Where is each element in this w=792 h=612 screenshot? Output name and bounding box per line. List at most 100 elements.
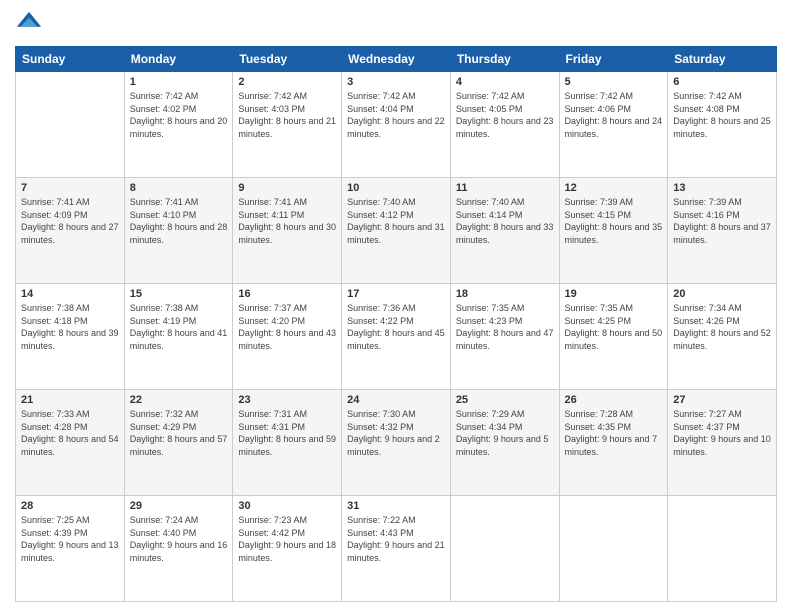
day-info: Sunrise: 7:32 AMSunset: 4:29 PMDaylight:…	[130, 408, 228, 458]
day-info: Sunrise: 7:29 AMSunset: 4:34 PMDaylight:…	[456, 408, 554, 458]
day-number: 23	[238, 394, 336, 406]
day-cell: 23 Sunrise: 7:31 AMSunset: 4:31 PMDaylig…	[233, 390, 342, 496]
week-row-5: 28 Sunrise: 7:25 AMSunset: 4:39 PMDaylig…	[16, 496, 777, 602]
day-number: 30	[238, 500, 336, 512]
day-number: 12	[565, 182, 663, 194]
day-number: 27	[673, 394, 771, 406]
day-number: 3	[347, 76, 445, 88]
day-info: Sunrise: 7:42 AMSunset: 4:04 PMDaylight:…	[347, 90, 445, 140]
day-info: Sunrise: 7:40 AMSunset: 4:12 PMDaylight:…	[347, 196, 445, 246]
day-info: Sunrise: 7:33 AMSunset: 4:28 PMDaylight:…	[21, 408, 119, 458]
day-info: Sunrise: 7:34 AMSunset: 4:26 PMDaylight:…	[673, 302, 771, 352]
calendar-table: Sunday Monday Tuesday Wednesday Thursday…	[15, 46, 777, 602]
day-cell: 9 Sunrise: 7:41 AMSunset: 4:11 PMDayligh…	[233, 178, 342, 284]
day-info: Sunrise: 7:38 AMSunset: 4:19 PMDaylight:…	[130, 302, 228, 352]
day-number: 8	[130, 182, 228, 194]
day-cell: 22 Sunrise: 7:32 AMSunset: 4:29 PMDaylig…	[124, 390, 233, 496]
day-info: Sunrise: 7:39 AMSunset: 4:16 PMDaylight:…	[673, 196, 771, 246]
day-number: 16	[238, 288, 336, 300]
day-cell: 18 Sunrise: 7:35 AMSunset: 4:23 PMDaylig…	[450, 284, 559, 390]
day-cell: 19 Sunrise: 7:35 AMSunset: 4:25 PMDaylig…	[559, 284, 668, 390]
day-number: 5	[565, 76, 663, 88]
day-info: Sunrise: 7:40 AMSunset: 4:14 PMDaylight:…	[456, 196, 554, 246]
day-cell	[16, 72, 125, 178]
day-number: 28	[21, 500, 119, 512]
day-number: 22	[130, 394, 228, 406]
col-thursday: Thursday	[450, 47, 559, 72]
day-cell	[450, 496, 559, 602]
day-info: Sunrise: 7:37 AMSunset: 4:20 PMDaylight:…	[238, 302, 336, 352]
col-saturday: Saturday	[668, 47, 777, 72]
day-cell: 12 Sunrise: 7:39 AMSunset: 4:15 PMDaylig…	[559, 178, 668, 284]
day-number: 6	[673, 76, 771, 88]
col-friday: Friday	[559, 47, 668, 72]
day-number: 18	[456, 288, 554, 300]
day-info: Sunrise: 7:30 AMSunset: 4:32 PMDaylight:…	[347, 408, 445, 458]
day-info: Sunrise: 7:42 AMSunset: 4:05 PMDaylight:…	[456, 90, 554, 140]
day-cell: 31 Sunrise: 7:22 AMSunset: 4:43 PMDaylig…	[342, 496, 451, 602]
day-info: Sunrise: 7:36 AMSunset: 4:22 PMDaylight:…	[347, 302, 445, 352]
day-number: 2	[238, 76, 336, 88]
day-number: 1	[130, 76, 228, 88]
day-number: 31	[347, 500, 445, 512]
logo	[15, 10, 47, 38]
day-info: Sunrise: 7:24 AMSunset: 4:40 PMDaylight:…	[130, 514, 228, 564]
day-info: Sunrise: 7:22 AMSunset: 4:43 PMDaylight:…	[347, 514, 445, 564]
col-sunday: Sunday	[16, 47, 125, 72]
day-info: Sunrise: 7:41 AMSunset: 4:10 PMDaylight:…	[130, 196, 228, 246]
day-cell: 10 Sunrise: 7:40 AMSunset: 4:12 PMDaylig…	[342, 178, 451, 284]
calendar-container: Sunday Monday Tuesday Wednesday Thursday…	[0, 0, 792, 612]
day-cell: 16 Sunrise: 7:37 AMSunset: 4:20 PMDaylig…	[233, 284, 342, 390]
day-cell	[559, 496, 668, 602]
day-cell: 2 Sunrise: 7:42 AMSunset: 4:03 PMDayligh…	[233, 72, 342, 178]
day-cell: 27 Sunrise: 7:27 AMSunset: 4:37 PMDaylig…	[668, 390, 777, 496]
day-info: Sunrise: 7:42 AMSunset: 4:02 PMDaylight:…	[130, 90, 228, 140]
day-cell: 5 Sunrise: 7:42 AMSunset: 4:06 PMDayligh…	[559, 72, 668, 178]
day-number: 25	[456, 394, 554, 406]
day-info: Sunrise: 7:28 AMSunset: 4:35 PMDaylight:…	[565, 408, 663, 458]
day-cell: 17 Sunrise: 7:36 AMSunset: 4:22 PMDaylig…	[342, 284, 451, 390]
day-cell: 1 Sunrise: 7:42 AMSunset: 4:02 PMDayligh…	[124, 72, 233, 178]
day-cell	[668, 496, 777, 602]
day-number: 17	[347, 288, 445, 300]
day-info: Sunrise: 7:42 AMSunset: 4:06 PMDaylight:…	[565, 90, 663, 140]
day-info: Sunrise: 7:42 AMSunset: 4:03 PMDaylight:…	[238, 90, 336, 140]
day-cell: 3 Sunrise: 7:42 AMSunset: 4:04 PMDayligh…	[342, 72, 451, 178]
day-cell: 6 Sunrise: 7:42 AMSunset: 4:08 PMDayligh…	[668, 72, 777, 178]
week-row-3: 14 Sunrise: 7:38 AMSunset: 4:18 PMDaylig…	[16, 284, 777, 390]
col-monday: Monday	[124, 47, 233, 72]
day-number: 7	[21, 182, 119, 194]
day-number: 26	[565, 394, 663, 406]
day-info: Sunrise: 7:41 AMSunset: 4:09 PMDaylight:…	[21, 196, 119, 246]
header	[15, 10, 777, 38]
day-info: Sunrise: 7:27 AMSunset: 4:37 PMDaylight:…	[673, 408, 771, 458]
week-row-4: 21 Sunrise: 7:33 AMSunset: 4:28 PMDaylig…	[16, 390, 777, 496]
week-row-1: 1 Sunrise: 7:42 AMSunset: 4:02 PMDayligh…	[16, 72, 777, 178]
day-cell: 24 Sunrise: 7:30 AMSunset: 4:32 PMDaylig…	[342, 390, 451, 496]
day-info: Sunrise: 7:39 AMSunset: 4:15 PMDaylight:…	[565, 196, 663, 246]
day-cell: 30 Sunrise: 7:23 AMSunset: 4:42 PMDaylig…	[233, 496, 342, 602]
day-info: Sunrise: 7:42 AMSunset: 4:08 PMDaylight:…	[673, 90, 771, 140]
day-cell: 14 Sunrise: 7:38 AMSunset: 4:18 PMDaylig…	[16, 284, 125, 390]
day-info: Sunrise: 7:38 AMSunset: 4:18 PMDaylight:…	[21, 302, 119, 352]
day-cell: 25 Sunrise: 7:29 AMSunset: 4:34 PMDaylig…	[450, 390, 559, 496]
col-tuesday: Tuesday	[233, 47, 342, 72]
day-number: 20	[673, 288, 771, 300]
day-number: 10	[347, 182, 445, 194]
day-cell: 28 Sunrise: 7:25 AMSunset: 4:39 PMDaylig…	[16, 496, 125, 602]
day-cell: 8 Sunrise: 7:41 AMSunset: 4:10 PMDayligh…	[124, 178, 233, 284]
day-number: 24	[347, 394, 445, 406]
day-number: 13	[673, 182, 771, 194]
day-info: Sunrise: 7:35 AMSunset: 4:23 PMDaylight:…	[456, 302, 554, 352]
day-number: 14	[21, 288, 119, 300]
day-info: Sunrise: 7:31 AMSunset: 4:31 PMDaylight:…	[238, 408, 336, 458]
day-number: 29	[130, 500, 228, 512]
day-info: Sunrise: 7:35 AMSunset: 4:25 PMDaylight:…	[565, 302, 663, 352]
day-cell: 26 Sunrise: 7:28 AMSunset: 4:35 PMDaylig…	[559, 390, 668, 496]
day-number: 15	[130, 288, 228, 300]
week-row-2: 7 Sunrise: 7:41 AMSunset: 4:09 PMDayligh…	[16, 178, 777, 284]
logo-icon	[15, 10, 43, 38]
day-cell: 15 Sunrise: 7:38 AMSunset: 4:19 PMDaylig…	[124, 284, 233, 390]
day-info: Sunrise: 7:25 AMSunset: 4:39 PMDaylight:…	[21, 514, 119, 564]
day-cell: 4 Sunrise: 7:42 AMSunset: 4:05 PMDayligh…	[450, 72, 559, 178]
